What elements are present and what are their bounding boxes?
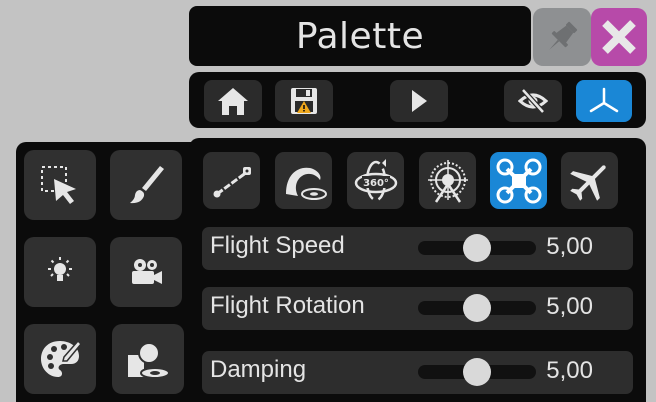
slider-damping: Damping 5,00	[202, 351, 633, 394]
home-icon	[218, 88, 248, 115]
environment-icon	[128, 342, 170, 379]
pin-icon	[549, 21, 578, 50]
360-icon: 360°	[354, 158, 397, 201]
selection-cursor-icon	[41, 166, 76, 204]
light-tool-button[interactable]	[24, 237, 96, 307]
save-button[interactable]	[275, 80, 333, 122]
axis-button[interactable]	[576, 80, 632, 122]
slider-value: 5,00	[546, 233, 593, 260]
slider-track[interactable]	[418, 358, 536, 386]
orbit-icon	[285, 167, 327, 200]
mode-360-button[interactable]: 360°	[347, 152, 404, 209]
eye-off-icon	[518, 88, 548, 114]
mode-airplane-button[interactable]	[561, 152, 618, 209]
slider-label: Flight Rotation	[210, 292, 365, 319]
slider-track[interactable]	[418, 234, 536, 262]
close-icon	[602, 20, 636, 54]
pole-camera-icon	[213, 166, 251, 197]
mode-orbit-button[interactable]	[275, 152, 332, 209]
window-title: Palette	[295, 15, 425, 57]
toolbar	[189, 72, 646, 128]
slider-label: Damping	[210, 356, 307, 383]
360-label: 360°	[363, 178, 389, 189]
slider-handle[interactable]	[463, 294, 491, 322]
target-icon	[427, 159, 468, 203]
mode-pole-camera-button[interactable]	[203, 152, 260, 209]
brush-tool-button[interactable]	[110, 150, 182, 220]
slider-label: Flight Speed	[210, 232, 345, 259]
play-button[interactable]	[390, 80, 448, 122]
environment-tool-button[interactable]	[112, 324, 184, 394]
slider-handle[interactable]	[463, 234, 491, 262]
slider-flight-rotation: Flight Rotation 5,00	[202, 287, 633, 330]
light-icon	[48, 257, 72, 281]
airplane-icon	[569, 164, 606, 201]
slider-flight-speed: Flight Speed 5,00	[202, 227, 633, 270]
palette-icon	[41, 339, 82, 377]
mode-target-button[interactable]	[419, 152, 476, 209]
palette-tool-button[interactable]	[24, 324, 96, 394]
camera-tool-button[interactable]	[110, 237, 182, 307]
save-warning-icon	[291, 88, 317, 114]
slider-value: 5,00	[546, 357, 593, 384]
close-button[interactable]	[591, 8, 647, 66]
drone-icon	[496, 158, 541, 203]
slider-track[interactable]	[418, 294, 536, 322]
home-button[interactable]	[204, 80, 262, 122]
select-tool-button[interactable]	[24, 150, 96, 220]
slider-handle[interactable]	[463, 358, 491, 386]
title-bar: Palette	[189, 6, 531, 66]
mode-drone-button[interactable]	[490, 152, 547, 209]
pin-button[interactable]	[533, 8, 591, 66]
play-icon	[412, 90, 427, 112]
visibility-toggle-button[interactable]	[504, 80, 562, 122]
camera-icon	[132, 259, 162, 284]
brush-icon	[130, 166, 164, 204]
slider-value: 5,00	[546, 293, 593, 320]
axis-icon	[589, 87, 619, 113]
